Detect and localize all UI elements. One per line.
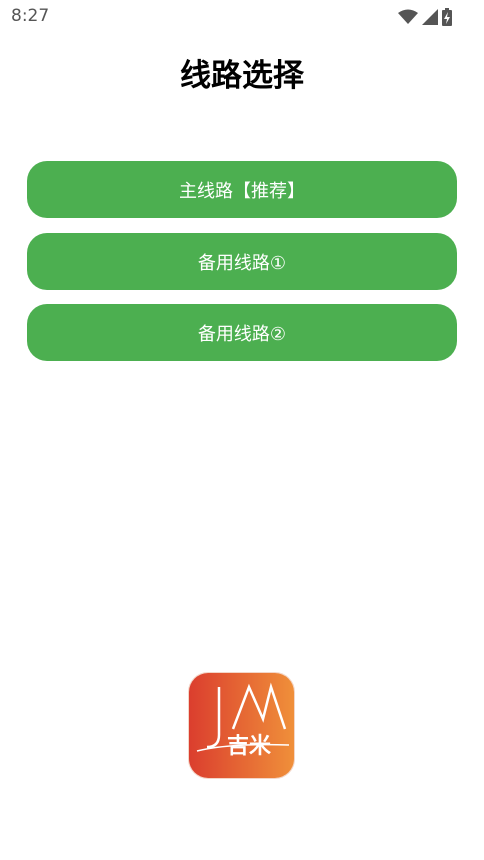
page-title: 线路选择 — [180, 58, 304, 94]
main-route-button[interactable]: 主线路【推荐】 — [27, 161, 457, 218]
status-time: 8:27 — [11, 6, 50, 26]
backup-route-1-button[interactable]: 备用线路① — [27, 233, 457, 290]
logo-text: 吉米 — [227, 733, 272, 759]
status-bar: 8:27 — [0, 0, 484, 32]
battery-charging-icon — [442, 8, 452, 26]
cellular-signal-icon — [422, 9, 438, 25]
status-icons — [398, 8, 452, 26]
screen: 8:27 线路选择 主线路【推荐】 备用线路① 备用线路② 吉米 — [0, 0, 484, 860]
backup-route-1-label: 备用线路① — [197, 252, 287, 274]
wifi-icon — [398, 9, 418, 25]
app-logo: 吉米 — [188, 672, 295, 779]
main-route-label: 主线路【推荐】 — [179, 180, 305, 202]
backup-route-2-label: 备用线路② — [197, 323, 287, 345]
backup-route-2-button[interactable]: 备用线路② — [27, 304, 457, 361]
